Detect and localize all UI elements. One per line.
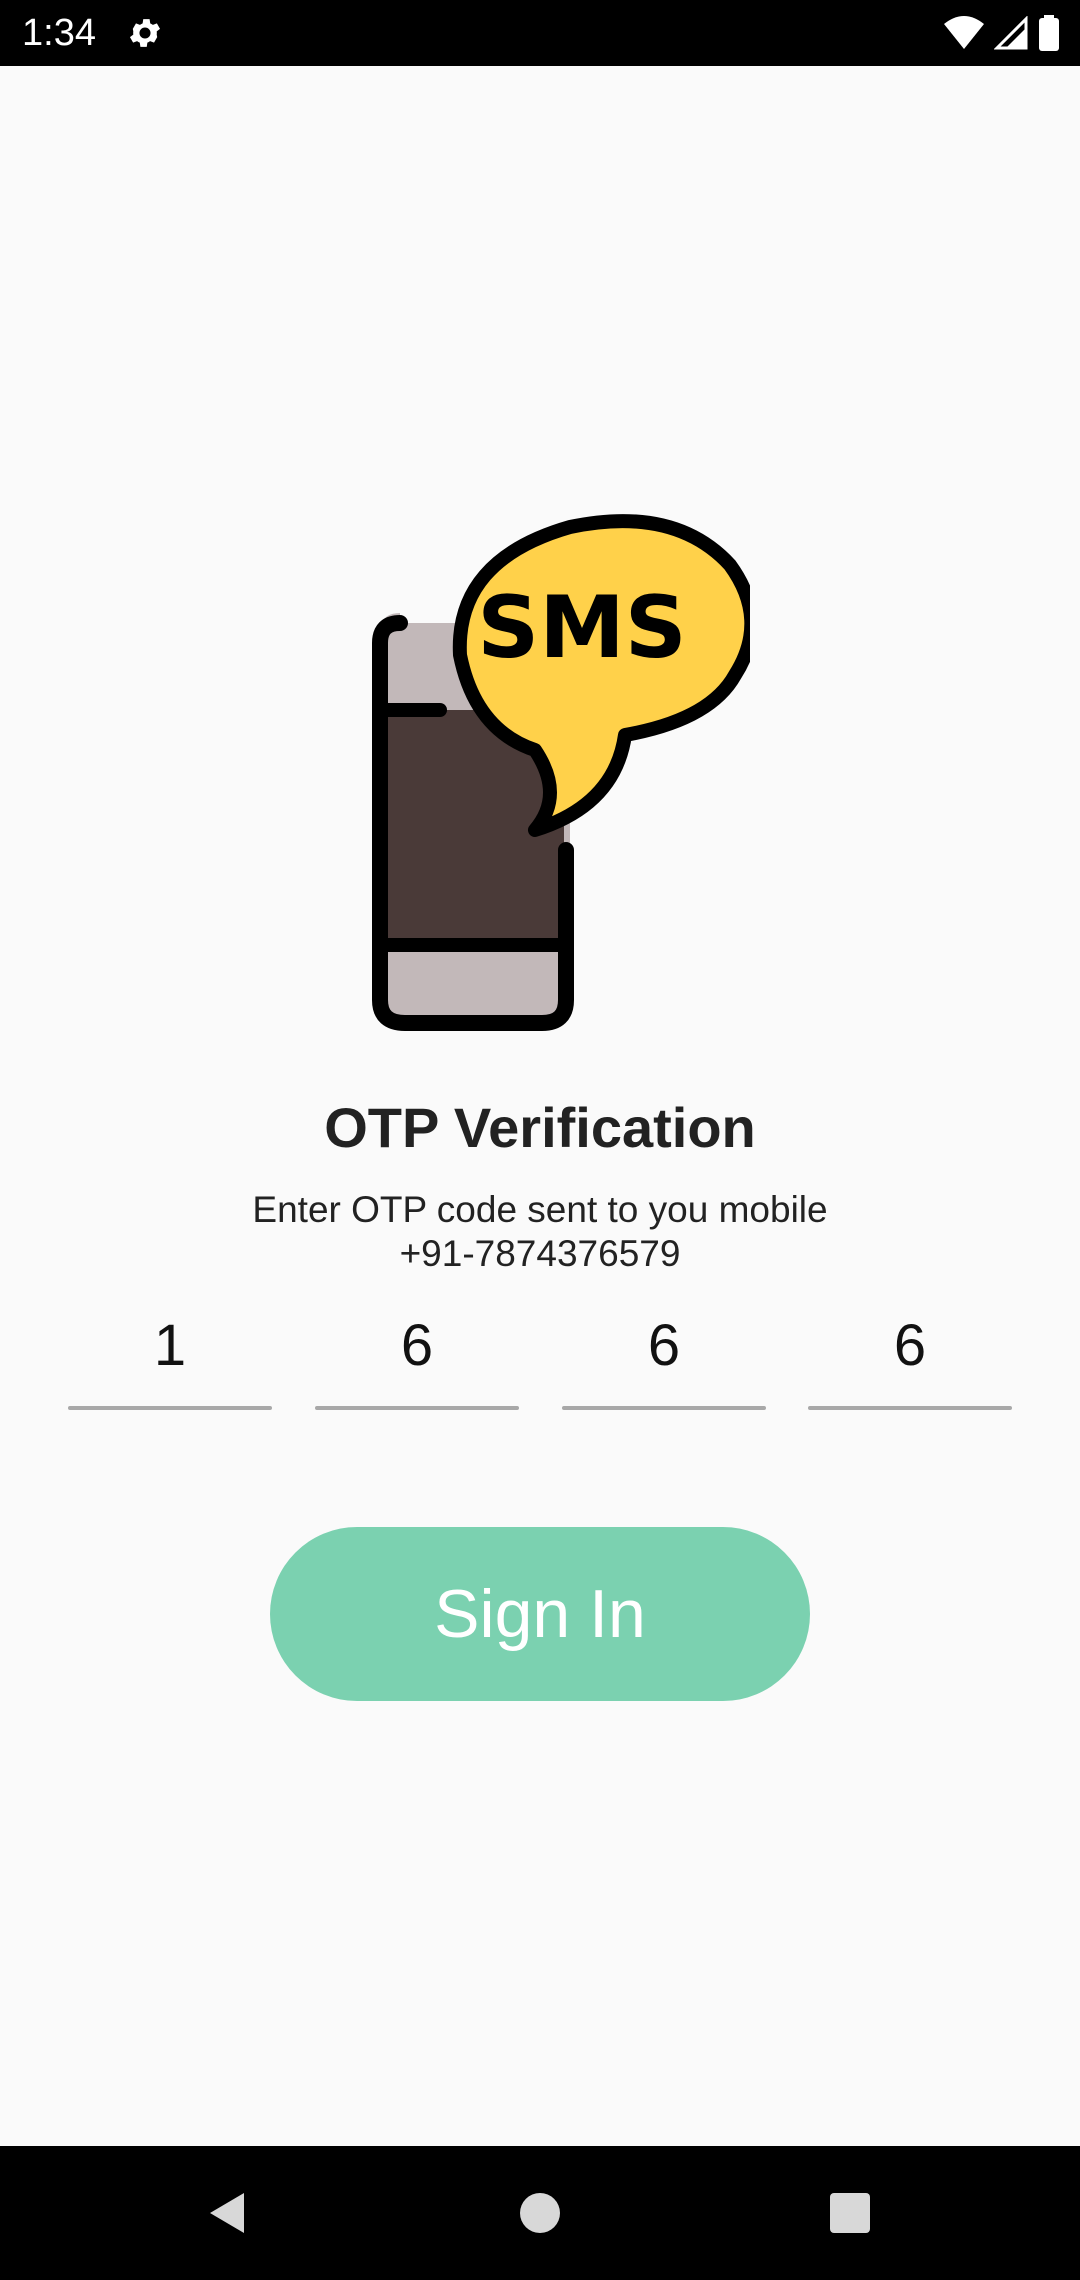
- otp-input-4[interactable]: 6: [808, 1300, 1012, 1410]
- sms-phone-illustration: SMS: [372, 514, 750, 1031]
- back-button[interactable]: [166, 2146, 286, 2280]
- status-time: 1:34: [22, 12, 96, 54]
- otp-input-3[interactable]: 6: [562, 1300, 766, 1410]
- navigation-bar: [0, 2146, 1080, 2280]
- otp-digit: 6: [400, 1313, 434, 1378]
- page-title: OTP Verification: [324, 1096, 756, 1159]
- otp-underline: [562, 1406, 766, 1410]
- home-icon: [520, 2193, 560, 2233]
- wifi-icon: [944, 16, 984, 49]
- recents-button[interactable]: [790, 2146, 910, 2280]
- otp-input-2[interactable]: 6: [315, 1300, 519, 1410]
- sign-in-button[interactable]: Sign In: [270, 1527, 810, 1701]
- phone-number: +91-7874376579: [399, 1233, 681, 1274]
- back-icon: [210, 2193, 244, 2233]
- signal-icon: [994, 16, 1028, 50]
- otp-digit: 6: [893, 1313, 927, 1378]
- otp-underline: [808, 1406, 1012, 1410]
- otp-digit: 1: [153, 1313, 187, 1378]
- home-button[interactable]: [480, 2146, 600, 2280]
- bubble-text: SMS: [477, 578, 686, 678]
- otp-underline: [315, 1406, 519, 1410]
- otp-underline: [68, 1406, 272, 1410]
- recents-icon: [830, 2193, 870, 2233]
- otp-input-1[interactable]: 1: [68, 1300, 272, 1410]
- battery-icon: [1039, 15, 1059, 51]
- otp-instruction: Enter OTP code sent to you mobile: [252, 1189, 828, 1230]
- gear-icon: [129, 19, 161, 47]
- status-bar: 1:34: [0, 0, 1080, 66]
- otp-digit: 6: [647, 1313, 681, 1378]
